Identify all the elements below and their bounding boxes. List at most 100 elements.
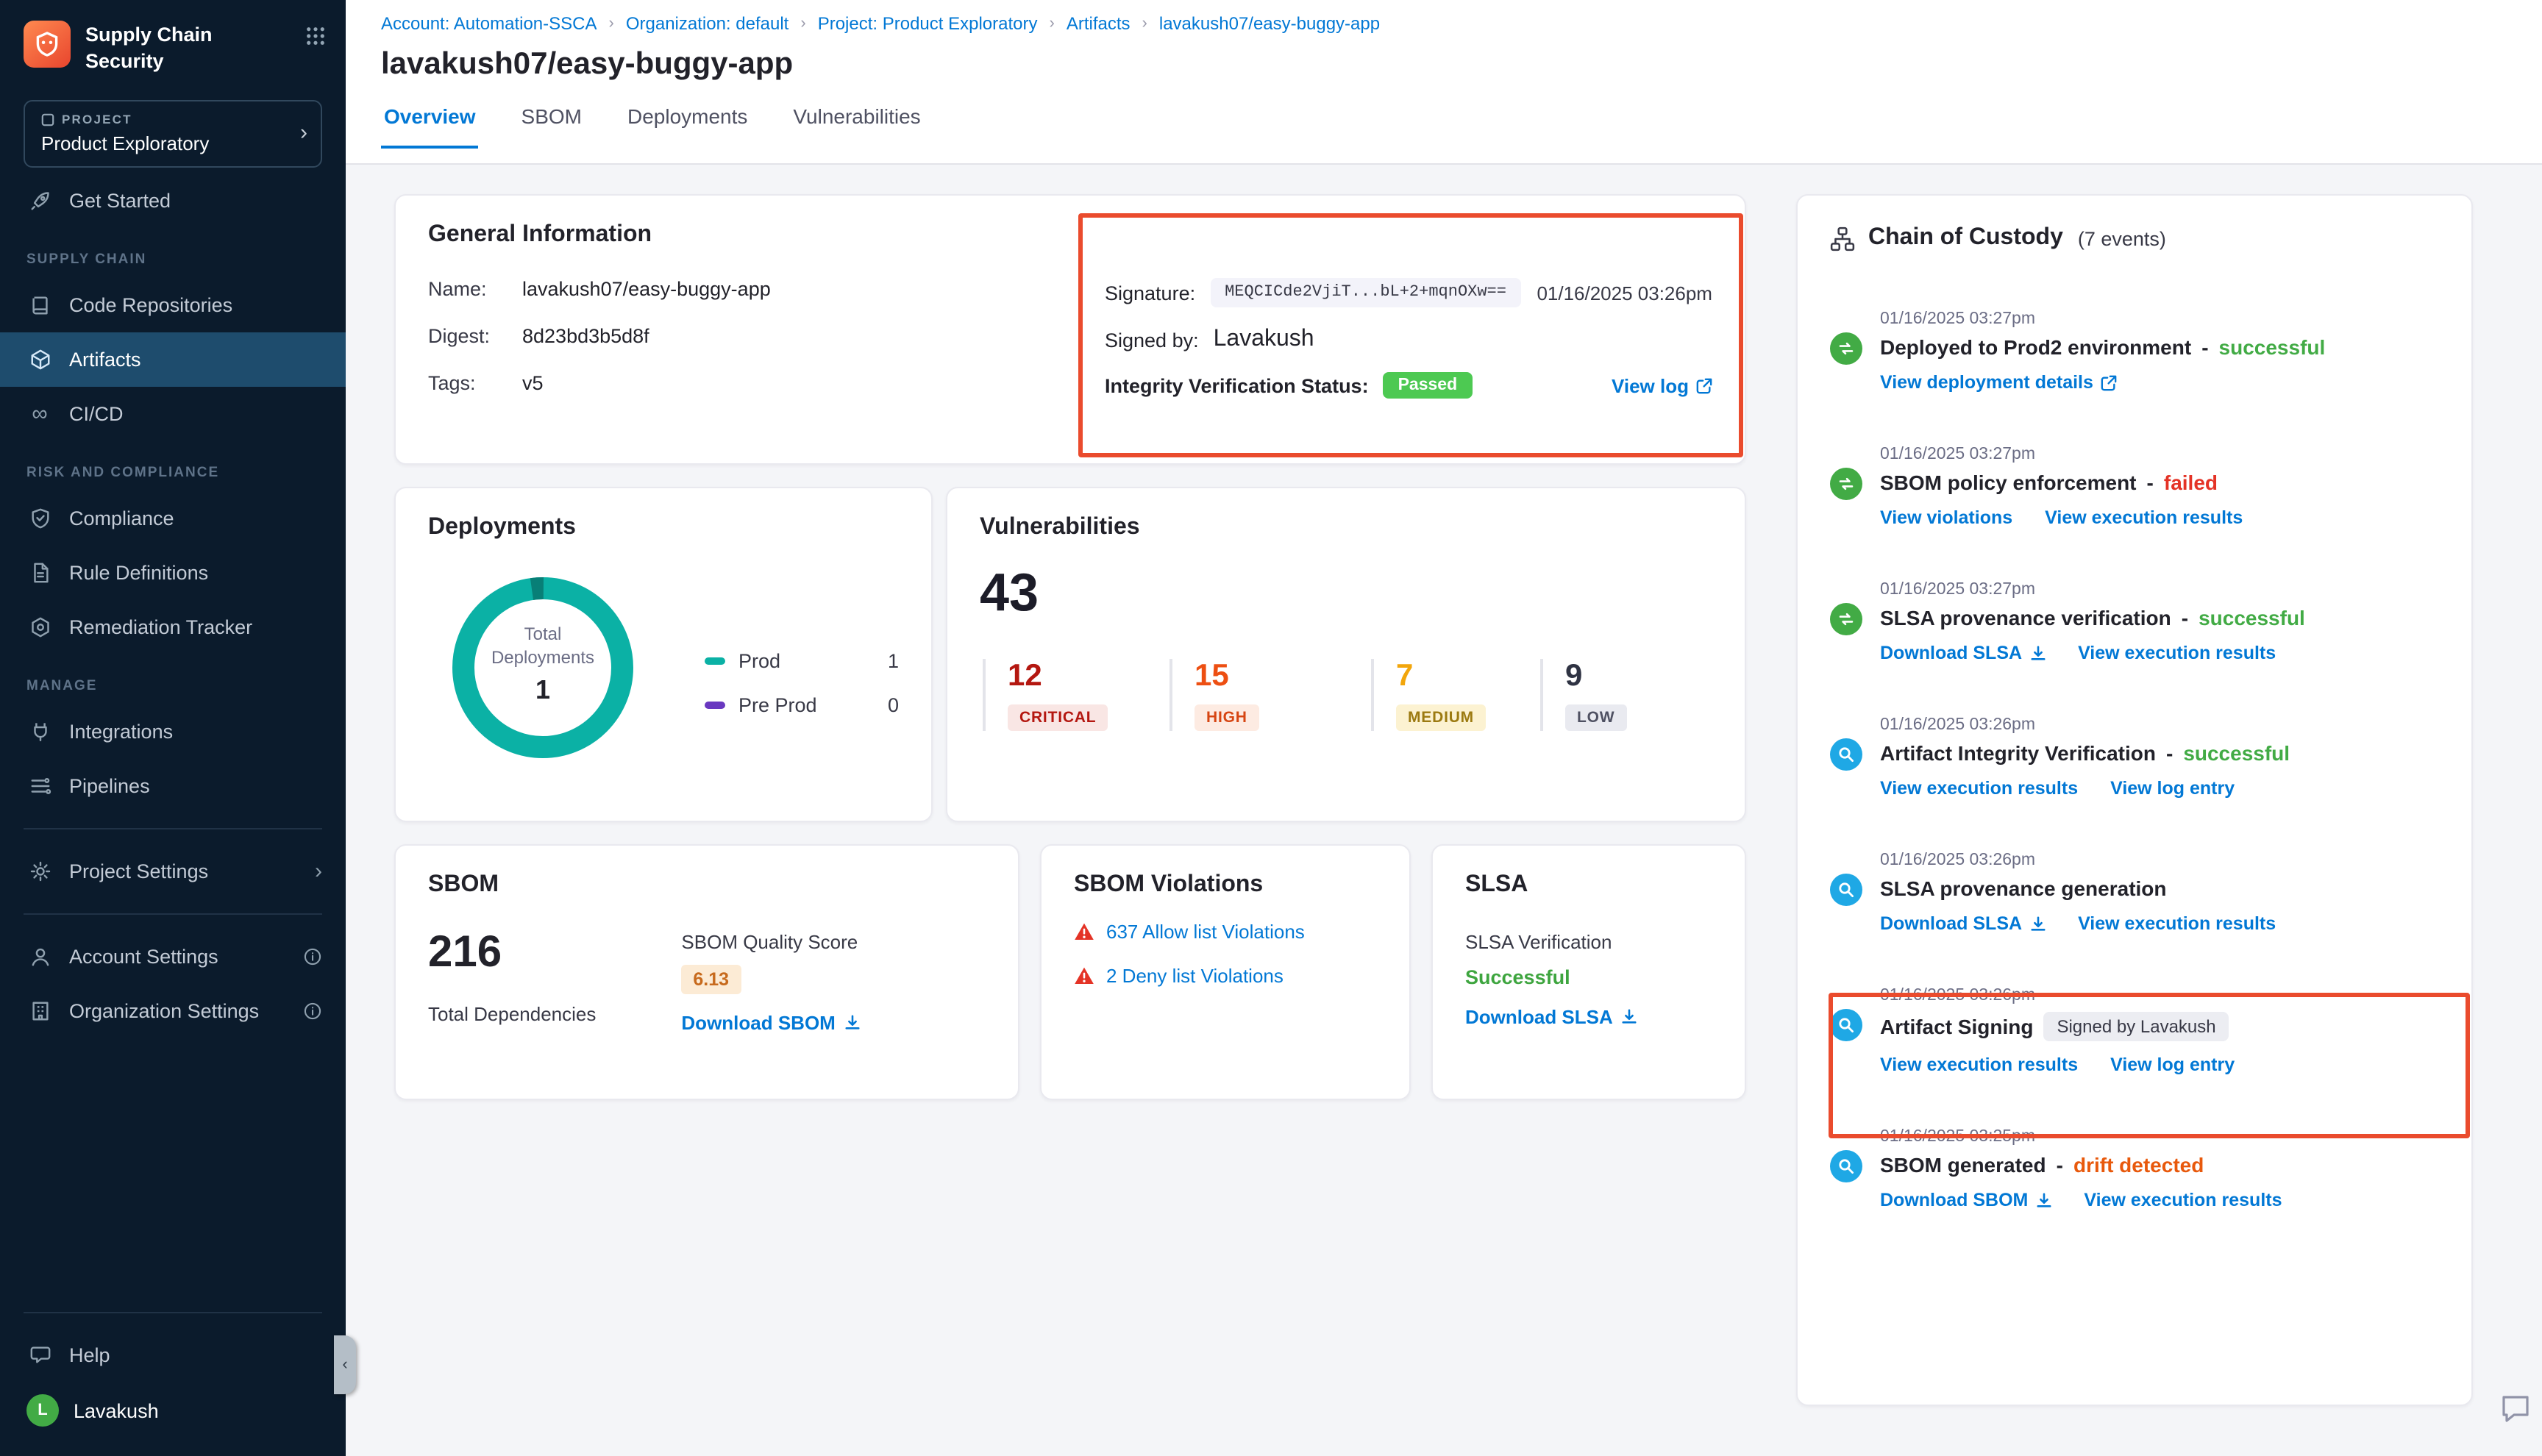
sidebar-item-integrations[interactable]: Integrations [0,704,346,759]
tab-vulnerabilities[interactable]: Vulnerabilities [790,104,923,149]
chevron-right-icon: › [300,121,307,146]
integrity-status-label: Integrity Verification Status: [1105,374,1369,396]
breadcrumb-current-artifact-link[interactable]: lavakush07/easy-buggy-app [1159,13,1380,34]
sbom-quality-score-badge: 6.13 [681,965,741,994]
gear-icon [26,860,53,882]
view-log-link[interactable]: View log [1612,374,1712,396]
signed-by-label: Signed by: [1105,329,1199,351]
legend-label: Pre Prod [738,694,817,716]
download-icon [2029,645,2046,661]
view-log-entry-link[interactable]: View log entry [2110,1054,2235,1075]
card-title: Deployments [428,515,899,541]
sidebar-item-label: Compliance [69,507,174,529]
tab-overview[interactable]: Overview [381,104,479,149]
card-title: SBOM [428,872,986,899]
sidebar-item-pipelines[interactable]: Pipelines [0,759,346,813]
sidebar-item-code-repositories[interactable]: Code Repositories [0,278,346,332]
card-title: General Information [428,222,1712,249]
view-execution-results-link[interactable]: View execution results [2084,1190,2282,1210]
download-slsa-link[interactable]: Download SLSA [1880,913,2046,934]
event-status: successful [2199,606,2305,629]
pipeline-icon [26,775,53,797]
field-label: Digest: [428,325,522,347]
signature-value: MEQCICde2VjiT...bL+2+mqnOXw== [1210,278,1521,307]
content: General Information Name: lavakush07/eas… [346,165,2542,1456]
donut-center-label: Total [440,624,646,646]
sidebar-item-label: Integrations [69,721,173,743]
project-selector[interactable]: PROJECT Product Exploratory › [24,100,322,168]
sidebar-item-compliance[interactable]: Compliance [0,491,346,546]
view-execution-results-link[interactable]: View execution results [2045,507,2243,528]
general-information-card: General Information Name: lavakush07/eas… [394,194,1746,465]
allow-list-violations-link[interactable]: 637 Allow list Violations [1106,921,1305,943]
magnifier-icon [1830,1009,1862,1041]
plug-icon [26,721,53,743]
sidebar-item-project-settings[interactable]: Project Settings › [0,844,346,899]
sidebar-item-get-started[interactable]: Get Started [0,174,346,228]
tab-deployments[interactable]: Deployments [624,104,750,149]
deny-list-violations-link[interactable]: 2 Deny list Violations [1106,965,1284,987]
project-selector-label: PROJECT [41,112,282,126]
app-root: Supply Chain Security PROJECT Product Ex… [0,0,2542,1456]
tab-sbom[interactable]: SBOM [519,104,585,149]
severity-breakdown: 12 CRITICAL 15 HIGH 7 MEDIUM [983,659,1712,731]
view-log-entry-link[interactable]: View log entry [2110,778,2235,799]
sidebar-item-account-settings[interactable]: Account Settings [0,929,346,984]
sidebar-item-label: Remediation Tracker [69,616,252,638]
building-icon [26,1000,53,1022]
info-icon [303,947,322,966]
view-execution-results-link[interactable]: View execution results [1880,778,2078,799]
view-execution-results-link[interactable]: View execution results [2078,913,2276,934]
sbom-card: SBOM 216 Total Dependencies SBOM Quality… [394,844,1019,1100]
view-execution-results-link[interactable]: View execution results [2078,643,2276,663]
event-timestamp: 01/16/2025 03:26pm [1880,987,2439,1004]
deploy-sync-icon [1830,468,1862,500]
app-title: Supply Chain Security [85,21,291,74]
download-sbom-link[interactable]: Download SBOM [1880,1190,2051,1210]
sidebar-item-remediation-tracker[interactable]: Remediation Tracker [0,600,346,654]
sidebar-item-cicd[interactable]: ∞ CI/CD [0,387,346,441]
download-slsa-link[interactable]: Download SLSA [1880,643,2046,663]
event-title: SBOM policy enforcement [1880,471,2137,494]
sidebar-item-rule-definitions[interactable]: Rule Definitions [0,546,346,600]
sidebar-item-help[interactable]: Help [0,1328,346,1382]
breadcrumb-separator: › [1050,15,1055,32]
external-link-icon [2101,374,2117,390]
field-digest: Digest: 8d23bd3b5d8f [428,325,1105,347]
view-violations-link[interactable]: View violations [1880,507,2012,528]
field-label: Tags: [428,372,522,394]
severity-count: 7 [1396,659,1540,694]
view-execution-results-link[interactable]: View execution results [1880,1054,2078,1075]
breadcrumb-project-link[interactable]: Project: Product Exploratory [818,13,1038,34]
sidebar-item-label: Pipelines [69,775,150,797]
field-tags: Tags: v5 [428,372,1105,394]
download-sbom-link[interactable]: Download SBOM [681,1012,860,1034]
sbom-violations-card: SBOM Violations 637 Allow list Violation… [1040,844,1411,1100]
help-chat-float-icon[interactable] [2498,1391,2533,1434]
sidebar-item-label: Artifacts [69,349,141,371]
event-title: SLSA provenance verification [1880,606,2171,629]
infinity-icon: ∞ [26,402,53,427]
deploy-sync-icon [1830,603,1862,635]
sidebar-item-organization-settings[interactable]: Organization Settings [0,984,346,1038]
sidebar-item-artifacts[interactable]: Artifacts [0,332,346,387]
chain-of-custody-title: Chain of Custody [1868,225,2063,251]
breadcrumb-separator: › [1142,15,1147,32]
chain-of-custody-card: Chain of Custody (7 events) 01/16/2025 0… [1796,194,2473,1406]
chain-event-count: (7 events) [2078,227,2166,249]
user-menu[interactable]: L Lavakush [0,1382,346,1456]
breadcrumb-artifacts-link[interactable]: Artifacts [1067,13,1131,34]
warning-icon [1074,966,1094,985]
sidebar-item-label: Get Started [69,190,171,212]
event-title: Artifact Signing [1880,1015,2033,1038]
download-slsa-link[interactable]: Download SLSA [1465,1006,1712,1028]
sidebar: Supply Chain Security PROJECT Product Ex… [0,0,346,1456]
app-switcher-grid-icon[interactable] [306,21,325,53]
breadcrumb-account-link[interactable]: Account: Automation-SSCA [381,13,597,34]
signed-by-badge: Signed by Lavakush [2043,1012,2229,1041]
hexagon-target-icon [26,616,53,638]
event-status: successful [2183,741,2290,765]
document-icon [26,562,53,584]
breadcrumb-organization-link[interactable]: Organization: default [626,13,789,34]
view-deployment-details-link[interactable]: View deployment details [1880,372,2117,393]
